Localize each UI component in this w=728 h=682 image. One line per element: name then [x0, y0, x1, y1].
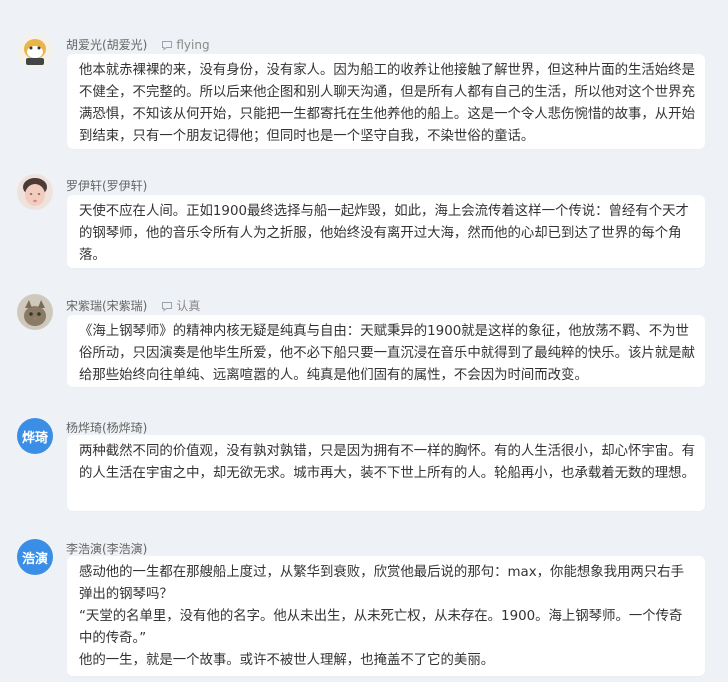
tag-label: flying: [176, 37, 210, 52]
avatar[interactable]: 烨琦: [17, 418, 53, 454]
comment-meta: 罗伊轩(罗伊轩): [66, 177, 147, 194]
comment-tag: flying: [161, 37, 210, 52]
comment-text: 感动他的一生都在那艘船上度过，从繁华到衰败，欣赏他最后说的那句：max，你能想象…: [79, 565, 684, 602]
author-name[interactable]: 胡爱光(胡爱光): [66, 36, 147, 53]
comment-text: 他的一生，就是一个故事。或许不被世人理解，也掩盖不了它的美丽。: [79, 653, 495, 668]
comment-text: 他本就赤裸裸的来，没有身份，没有家人。因为船工的收养让他接触了解世界，但这种片面…: [79, 63, 695, 144]
author-name[interactable]: 李浩演(李浩演): [66, 540, 147, 557]
comment-bubble: 感动他的一生都在那艘船上度过，从繁华到衰败，欣赏他最后说的那句：max，你能想象…: [67, 556, 705, 676]
comment-feed: 胡爱光(胡爱光) flying 他本就赤裸裸的来，没有身份，没有家人。因为船工的…: [0, 0, 728, 682]
avatar[interactable]: [17, 294, 53, 330]
chat-bubble-icon: [162, 301, 173, 312]
author-name[interactable]: 罗伊轩(罗伊轩): [66, 177, 147, 194]
comment-bubble: 两种截然不同的价值观，没有孰对孰错，只是因为拥有不一样的胸怀。有的人生活很小，却…: [67, 435, 705, 511]
comment-meta: 杨烨琦(杨烨琦): [66, 419, 147, 436]
tag-label: 认真: [176, 299, 201, 313]
chat-bubble-icon: [162, 40, 173, 51]
avatar[interactable]: [17, 174, 53, 210]
comment-bubble: 他本就赤裸裸的来，没有身份，没有家人。因为船工的收养让他接触了解世界，但这种片面…: [67, 54, 705, 149]
comment-text: 《海上钢琴师》的精神内核无疑是纯真与自由：天赋秉异的1900就是这样的象征，他放…: [79, 324, 695, 383]
avatar-image: [17, 33, 53, 69]
author-name[interactable]: 杨烨琦(杨烨琦): [66, 419, 147, 436]
avatar[interactable]: 浩演: [17, 539, 53, 575]
avatar-image: [17, 174, 53, 210]
comment-meta: 胡爱光(胡爱光) flying: [66, 36, 210, 53]
comment-meta: 宋紫瑞(宋紫瑞) 认真: [66, 297, 200, 314]
comment-text: 天使不应在人间。正如1900最终选择与船一起炸毁，如此，海上会流传着这样一个传说…: [79, 204, 689, 263]
comment-meta: 李浩演(李浩演): [66, 540, 147, 557]
avatar-initials: 烨琦: [21, 430, 48, 446]
author-name[interactable]: 宋紫瑞(宋紫瑞): [66, 297, 147, 314]
comment-text: “天堂的名单里，没有他的名字。他从未出生，从未死亡权，从未存在。1900。海上钢…: [79, 609, 683, 646]
avatar[interactable]: [17, 33, 53, 69]
comment-bubble: 《海上钢琴师》的精神内核无疑是纯真与自由：天赋秉异的1900就是这样的象征，他放…: [67, 315, 705, 387]
avatar-initials: 浩演: [21, 551, 48, 567]
comment-bubble: 天使不应在人间。正如1900最终选择与船一起炸毁，如此，海上会流传着这样一个传说…: [67, 195, 705, 268]
comment-text: 两种截然不同的价值观，没有孰对孰错，只是因为拥有不一样的胸怀。有的人生活很小，却…: [79, 444, 695, 481]
avatar-image: [17, 294, 53, 330]
comment-tag: 认真: [161, 297, 200, 314]
